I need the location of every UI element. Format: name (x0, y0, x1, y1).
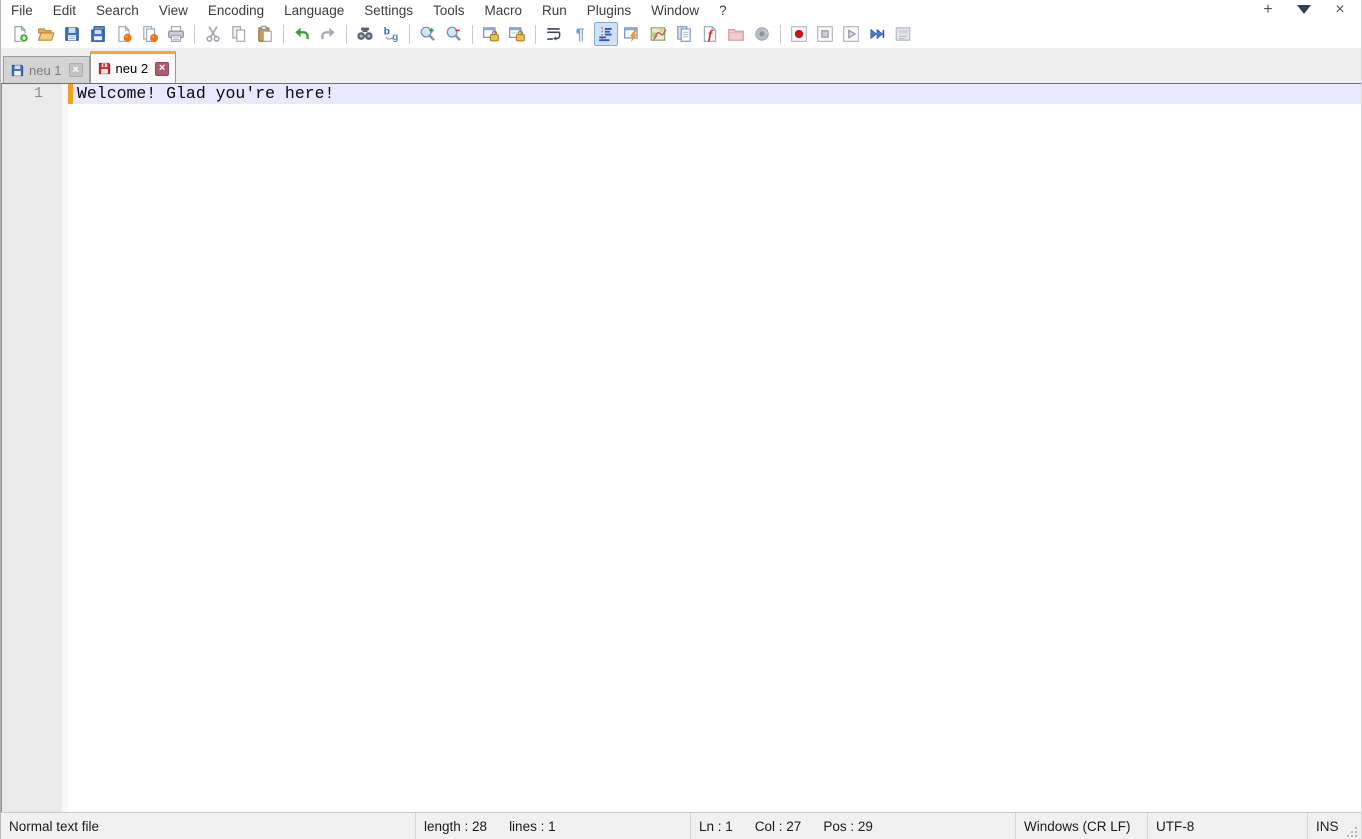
close-all-icon[interactable] (138, 22, 162, 46)
toolbar-separator (409, 25, 410, 44)
menu-settings[interactable]: Settings (354, 1, 423, 20)
tab-label: neu 2 (116, 61, 149, 76)
line-number: 1 (34, 85, 43, 102)
menu-file[interactable]: File (1, 1, 43, 20)
modified-file-icon (97, 61, 112, 76)
line-number-margin[interactable]: 1 (2, 84, 62, 104)
svg-text:¶: ¶ (576, 27, 585, 43)
macro-run-multiple-icon[interactable] (865, 22, 889, 46)
word-wrap-icon[interactable] (542, 22, 566, 46)
resize-grip-icon[interactable] (1346, 826, 1359, 839)
menu-plugins[interactable]: Plugins (577, 1, 641, 20)
status-pos: Pos : 29 (823, 819, 873, 834)
macro-record-icon[interactable] (787, 22, 811, 46)
menu-view[interactable]: View (149, 1, 198, 20)
tab-neu-2[interactable]: neu 2 × (90, 51, 177, 83)
menu-bar: File Edit Search View Encoding Language … (1, 0, 1361, 20)
print-icon[interactable] (164, 22, 188, 46)
zoom-out-icon[interactable] (442, 22, 466, 46)
macro-stop-icon[interactable] (813, 22, 837, 46)
change-history-marker (68, 84, 73, 104)
svg-text:ƒ: ƒ (707, 28, 714, 42)
save-file-icon[interactable] (60, 22, 84, 46)
status-doc-size: length : 28 lines : 1 (416, 813, 691, 839)
new-tab-button[interactable]: + (1257, 1, 1279, 19)
zoom-in-icon[interactable] (416, 22, 440, 46)
close-file-icon[interactable] (112, 22, 136, 46)
menu-search[interactable]: Search (86, 1, 149, 20)
status-bar: Normal text file length : 28 lines : 1 L… (1, 812, 1361, 839)
monitoring-icon[interactable] (750, 22, 774, 46)
function-list-icon[interactable] (620, 22, 644, 46)
toolbar-separator (346, 25, 347, 44)
status-eol-format[interactable]: Windows (CR LF) (1016, 813, 1148, 839)
replace-icon[interactable]: bg (379, 22, 403, 46)
cut-icon[interactable] (201, 22, 225, 46)
editor-empty-area[interactable] (2, 104, 1361, 812)
status-typing-mode[interactable]: INS (1308, 813, 1361, 839)
open-file-icon[interactable] (34, 22, 58, 46)
text-area-fill[interactable] (68, 104, 1361, 812)
new-file-icon[interactable] (8, 22, 32, 46)
document-map-icon[interactable] (646, 22, 670, 46)
tab-close-icon[interactable]: × (155, 62, 169, 76)
sync-vertical-scroll-icon[interactable] (479, 22, 503, 46)
menu-tools[interactable]: Tools (423, 1, 475, 20)
tab-close-icon[interactable]: × (69, 63, 83, 77)
status-lines: lines : 1 (509, 819, 556, 834)
tab-bar: neu 1 × neu 2 × (1, 48, 1361, 84)
toolbar-separator (535, 25, 536, 44)
find-icon[interactable] (353, 22, 377, 46)
menu-help[interactable]: ? (709, 1, 737, 20)
tab-label: neu 1 (29, 63, 62, 78)
editor-line-1[interactable]: 1 Welcome! Glad you're here! (2, 84, 1361, 104)
menu-macro[interactable]: Macro (475, 1, 533, 20)
document-list-icon[interactable] (672, 22, 696, 46)
sync-horizontal-scroll-icon[interactable] (505, 22, 529, 46)
toolbar-separator (472, 25, 473, 44)
notepad-plus-plus-window: File Edit Search View Encoding Language … (0, 0, 1362, 839)
status-ln: Ln : 1 (699, 819, 733, 834)
folder-as-workspace-icon[interactable]: ƒ (698, 22, 722, 46)
status-length: length : 28 (424, 819, 487, 834)
undo-icon[interactable] (290, 22, 314, 46)
toolbar: bg ¶ ƒ (1, 20, 1361, 48)
menu-window[interactable]: Window (641, 1, 709, 20)
status-col: Col : 27 (755, 819, 802, 834)
tab-neu-1[interactable]: neu 1 × (3, 56, 90, 83)
editor-text[interactable]: Welcome! Glad you're here! (77, 84, 334, 104)
menu-encoding[interactable]: Encoding (198, 1, 274, 20)
macro-play-icon[interactable] (839, 22, 863, 46)
menu-edit[interactable]: Edit (43, 1, 86, 20)
show-indent-guide-icon[interactable] (594, 22, 618, 46)
toolbar-separator (780, 25, 781, 44)
show-all-characters-icon[interactable]: ¶ (568, 22, 592, 46)
close-tab-button[interactable]: × (1329, 1, 1351, 19)
tab-bar-controls: + × (1257, 1, 1361, 19)
line-number-margin-fill (2, 104, 62, 812)
saved-file-icon (10, 63, 25, 78)
svg-text:b: b (384, 27, 390, 38)
toolbar-separator (283, 25, 284, 44)
status-doc-type: Normal text file (1, 813, 416, 839)
menu-run[interactable]: Run (532, 1, 577, 20)
editor-pane[interactable]: 1 Welcome! Glad you're here! (1, 84, 1361, 812)
save-all-icon[interactable] (86, 22, 110, 46)
status-encoding[interactable]: UTF-8 (1148, 813, 1308, 839)
macro-save-icon[interactable] (891, 22, 915, 46)
project-panel-icon[interactable] (724, 22, 748, 46)
status-cursor-position: Ln : 1 Col : 27 Pos : 29 (691, 813, 1016, 839)
redo-icon[interactable] (316, 22, 340, 46)
copy-icon[interactable] (227, 22, 251, 46)
menu-language[interactable]: Language (274, 1, 354, 20)
paste-icon[interactable] (253, 22, 277, 46)
tab-list-dropdown-icon[interactable] (1293, 1, 1315, 19)
toolbar-separator (194, 25, 195, 44)
